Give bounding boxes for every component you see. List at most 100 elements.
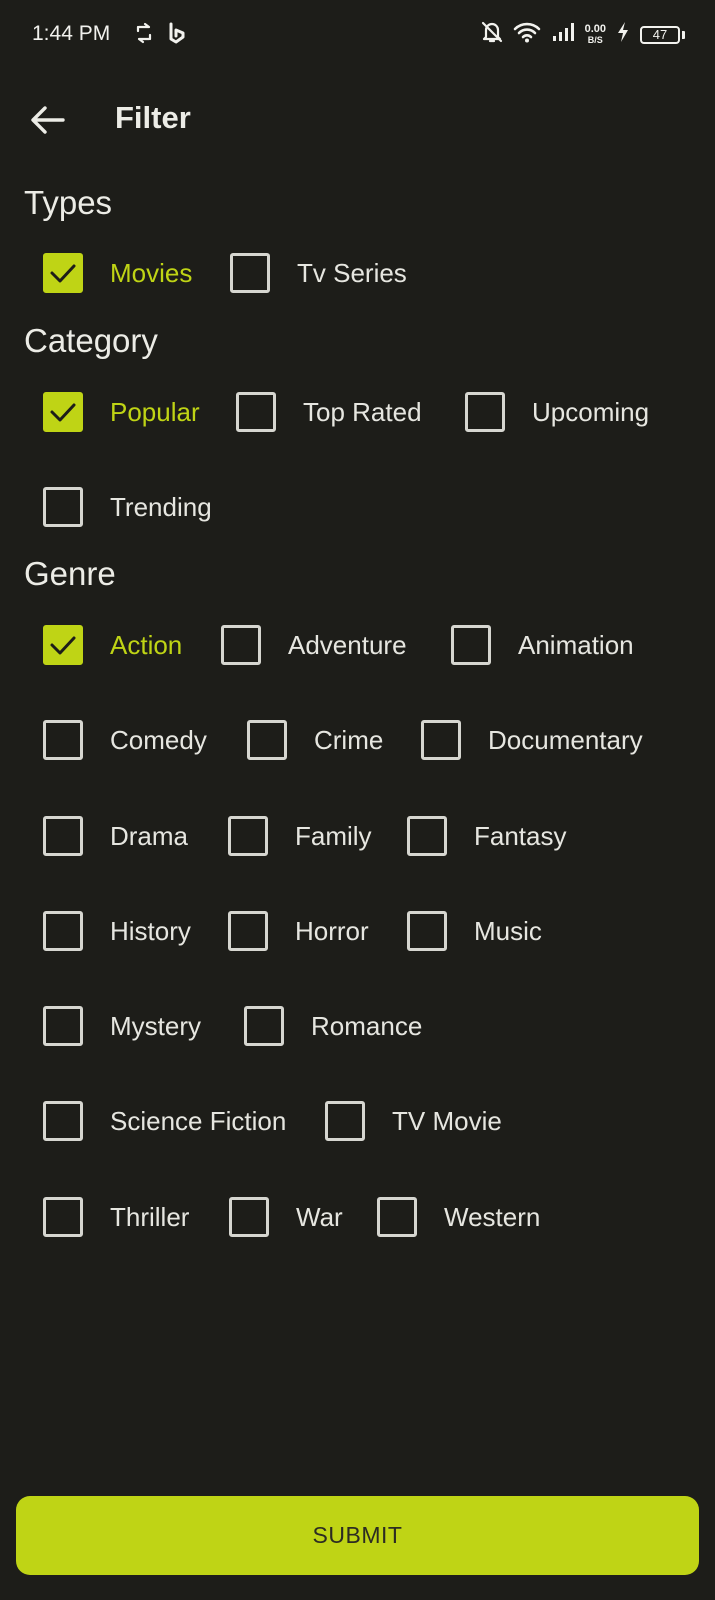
checkbox[interactable] bbox=[43, 253, 83, 293]
checkbox[interactable] bbox=[43, 720, 83, 760]
checkbox[interactable] bbox=[228, 816, 268, 856]
checkbox-label: Crime bbox=[314, 724, 384, 755]
checkbox-label: Romance bbox=[311, 1010, 423, 1041]
back-button[interactable] bbox=[28, 102, 68, 138]
types-option-tv-series[interactable]: Tv Series bbox=[230, 251, 407, 295]
checkbox[interactable] bbox=[236, 392, 276, 432]
battery-level: 47 bbox=[640, 25, 680, 44]
section-title-types: Types bbox=[24, 184, 113, 221]
submit-button[interactable]: SUBMIT bbox=[16, 1496, 699, 1575]
genre-option-thriller[interactable]: Thriller bbox=[43, 1195, 189, 1239]
genre-option-animation[interactable]: Animation bbox=[451, 623, 634, 667]
battery-icon: 47 bbox=[640, 25, 685, 44]
signal-icon bbox=[551, 21, 575, 48]
status-notification-icons bbox=[134, 22, 186, 49]
checkbox-label: War bbox=[296, 1201, 343, 1232]
genre-option-romance[interactable]: Romance bbox=[244, 1004, 422, 1048]
checkbox[interactable] bbox=[43, 1101, 83, 1141]
charging-icon bbox=[616, 21, 630, 48]
genre-option-horror[interactable]: Horror bbox=[228, 909, 369, 953]
network-speed-value: 0.00 bbox=[584, 22, 606, 35]
checkbox[interactable] bbox=[43, 392, 83, 432]
checkbox[interactable] bbox=[230, 253, 270, 293]
checkbox-label: Family bbox=[295, 820, 372, 851]
checkbox[interactable] bbox=[221, 625, 261, 665]
status-system-icons: 0.00 B/S 47 bbox=[481, 20, 685, 49]
checkbox-label: Animation bbox=[518, 629, 634, 660]
checkbox-label: Movies bbox=[110, 257, 193, 288]
checkbox-label: Horror bbox=[295, 915, 369, 946]
checkbox[interactable] bbox=[228, 911, 268, 951]
checkbox-label: Drama bbox=[110, 820, 189, 851]
checkbox-label: Top Rated bbox=[303, 396, 422, 427]
genre-option-music[interactable]: Music bbox=[407, 909, 542, 953]
genre-option-action[interactable]: Action bbox=[43, 623, 182, 667]
genre-option-comedy[interactable]: Comedy bbox=[43, 718, 207, 762]
genre-option-western[interactable]: Western bbox=[377, 1195, 540, 1239]
genre-option-family[interactable]: Family bbox=[228, 814, 372, 858]
network-speed-unit: B/S bbox=[587, 34, 603, 45]
category-option-trending[interactable]: Trending bbox=[43, 485, 212, 529]
section-title-category: Category bbox=[24, 322, 158, 359]
genre-option-tv-movie[interactable]: TV Movie bbox=[325, 1099, 502, 1143]
checkbox-label: Popular bbox=[110, 396, 200, 427]
bing-icon bbox=[168, 22, 186, 49]
checkbox[interactable] bbox=[325, 1101, 365, 1141]
genre-option-fantasy[interactable]: Fantasy bbox=[407, 814, 567, 858]
check-icon bbox=[50, 264, 76, 283]
checkbox-label: History bbox=[110, 915, 191, 946]
notifications-off-icon bbox=[481, 20, 503, 49]
checkbox[interactable] bbox=[244, 1006, 284, 1046]
checkbox[interactable] bbox=[43, 1197, 83, 1237]
genre-option-adventure[interactable]: Adventure bbox=[221, 623, 407, 667]
genre-option-war[interactable]: War bbox=[229, 1195, 343, 1239]
checkbox[interactable] bbox=[43, 1006, 83, 1046]
checkbox[interactable] bbox=[451, 625, 491, 665]
wifi-icon bbox=[513, 21, 541, 48]
check-icon bbox=[50, 636, 76, 655]
status-time: 1:44 PM bbox=[32, 22, 111, 45]
checkbox-label: Upcoming bbox=[532, 396, 650, 427]
checkbox-label: Music bbox=[474, 915, 542, 946]
checkbox[interactable] bbox=[421, 720, 461, 760]
checkbox[interactable] bbox=[465, 392, 505, 432]
genre-option-drama[interactable]: Drama bbox=[43, 814, 188, 858]
checkbox[interactable] bbox=[377, 1197, 417, 1237]
genre-option-science-fiction[interactable]: Science Fiction bbox=[43, 1099, 286, 1143]
types-option-movies[interactable]: Movies bbox=[43, 251, 192, 295]
section-title-genre: Genre bbox=[24, 555, 116, 592]
genre-option-history[interactable]: History bbox=[43, 909, 191, 953]
checkbox[interactable] bbox=[43, 816, 83, 856]
genre-option-mystery[interactable]: Mystery bbox=[43, 1004, 201, 1048]
network-speed: 0.00 B/S bbox=[584, 22, 606, 46]
app-bar: Filter bbox=[0, 88, 715, 152]
checkbox[interactable] bbox=[43, 625, 83, 665]
checkbox-label: Documentary bbox=[488, 724, 643, 755]
checkbox-label: Adventure bbox=[288, 629, 407, 660]
sync-icon bbox=[134, 22, 154, 49]
checkbox-label: Comedy bbox=[110, 724, 207, 755]
checkbox[interactable] bbox=[229, 1197, 269, 1237]
checkbox[interactable] bbox=[43, 487, 83, 527]
category-option-popular[interactable]: Popular bbox=[43, 390, 200, 434]
checkbox[interactable] bbox=[247, 720, 287, 760]
checkbox[interactable] bbox=[407, 911, 447, 951]
category-option-top-rated[interactable]: Top Rated bbox=[236, 390, 422, 434]
checkbox-label: TV Movie bbox=[392, 1105, 502, 1136]
status-bar: 1:44 PM 0.00 B/S 47 bbox=[0, 0, 715, 72]
checkbox-label: Trending bbox=[110, 491, 212, 522]
checkbox-label: Action bbox=[110, 629, 183, 660]
check-icon bbox=[50, 403, 76, 422]
checkbox-label: Thriller bbox=[110, 1201, 190, 1232]
checkbox-label: Tv Series bbox=[297, 257, 407, 288]
genre-option-documentary[interactable]: Documentary bbox=[421, 718, 643, 762]
genre-option-crime[interactable]: Crime bbox=[247, 718, 383, 762]
checkbox-label: Mystery bbox=[110, 1010, 201, 1041]
checkbox-label: Fantasy bbox=[474, 820, 567, 851]
page-title: Filter bbox=[115, 100, 191, 135]
checkbox[interactable] bbox=[407, 816, 447, 856]
arrow-back-icon bbox=[31, 106, 65, 134]
checkbox[interactable] bbox=[43, 911, 83, 951]
category-option-upcoming[interactable]: Upcoming bbox=[465, 390, 649, 434]
checkbox-label: Science Fiction bbox=[110, 1105, 287, 1136]
